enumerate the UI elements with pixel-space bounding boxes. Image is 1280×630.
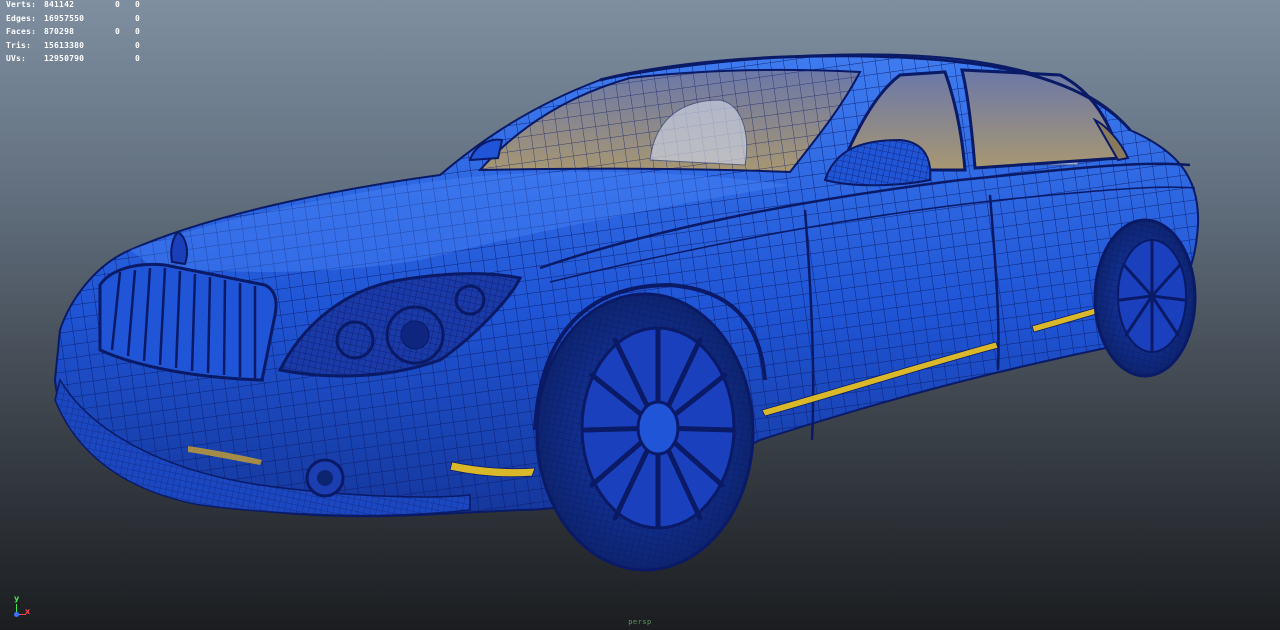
hud-value-tri: 0 [134,27,140,36]
hud-label: Tris: [6,40,32,50]
front-wheel [535,292,755,572]
hud-row: Verts: 841142 0 0 [6,0,140,12]
hud-value: 12950790 [44,54,85,63]
z-axis-icon [14,612,19,617]
hud-label: Edges: [6,13,37,23]
hud-value-selected [90,52,120,66]
hud-label: UVs: [6,54,27,63]
rear-wheel [1093,218,1197,378]
hud-row: UVs: 12950790 0 [6,52,140,66]
hud-value: 870298 [44,27,75,36]
y-axis-label: y [14,594,20,603]
hud-row: Edges: 16957550 0 [6,12,140,26]
hud-value: 15613380 [44,40,85,50]
rear-side-window [960,68,1122,170]
hud-value-tri: 0 [134,0,140,9]
hud-value-selected: 0 [114,27,120,36]
hud-row: Faces: 870298 0 0 [6,25,140,39]
hud-value-selected [90,39,120,53]
hud-value-selected: 0 [114,0,120,9]
x-axis-label: x [25,607,31,616]
hud-label: Verts: [6,0,37,9]
poly-count-hud: Verts: 841142 0 0 Edges: 16957550 0 Faces: 87029… [6,0,140,66]
hud-value-tri: 0 [134,40,140,50]
hud-value-selected [90,12,120,26]
hud-value: 841142 [44,0,75,9]
hud-label: Faces: [6,27,37,36]
hud-value-tri: 0 [134,13,140,23]
camera-name-label: persp [628,618,652,626]
hud-row: Tris: 15613380 0 [6,39,140,53]
3d-viewport[interactable]: Verts: 841142 0 0 Edges: 16957550 0 Faces: 87029… [0,0,1280,630]
hud-value-tri: 0 [134,54,140,63]
hud-value: 16957550 [44,13,85,23]
car-wireframe-model[interactable] [0,0,1280,630]
